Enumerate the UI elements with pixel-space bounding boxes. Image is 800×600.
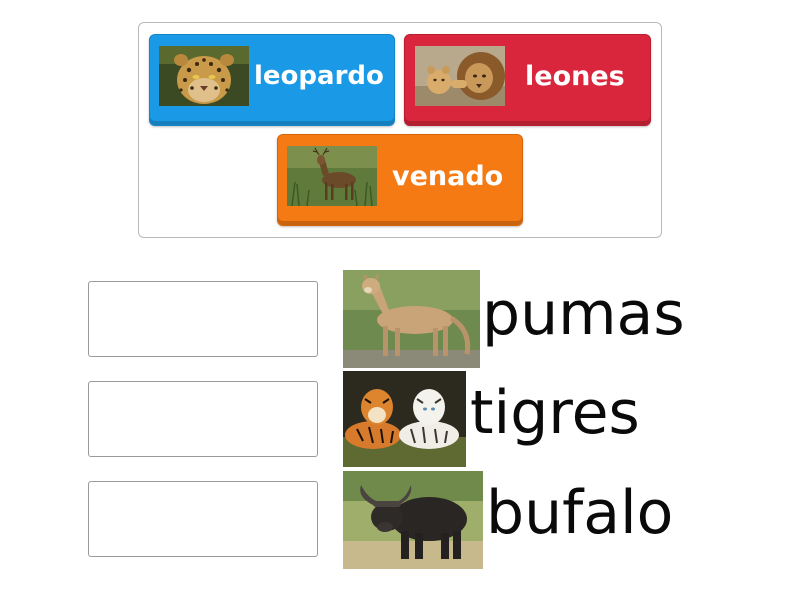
deer-photo: [287, 146, 377, 206]
buffalo-photo: [343, 471, 483, 569]
prompt-word: tigres: [470, 378, 640, 448]
drop-slot-tigres[interactable]: [88, 381, 318, 457]
tile-venado[interactable]: venado: [277, 134, 523, 226]
tile-label: leopardo: [254, 61, 384, 91]
tile-label: leones: [525, 60, 625, 92]
drop-slot-bufalo[interactable]: [88, 481, 318, 557]
tile-leones[interactable]: leones: [404, 34, 651, 126]
tigers-photo: [343, 371, 466, 467]
prompt-word: pumas: [482, 279, 685, 349]
tile-leopardo[interactable]: leopardo: [149, 34, 395, 126]
leopard-photo: [159, 46, 249, 106]
drop-slot-pumas[interactable]: [88, 281, 318, 357]
puma-photo: [343, 270, 480, 368]
prompt-word: bufalo: [486, 478, 674, 548]
tile-label: venado: [392, 160, 504, 192]
lions-photo: [415, 46, 505, 106]
